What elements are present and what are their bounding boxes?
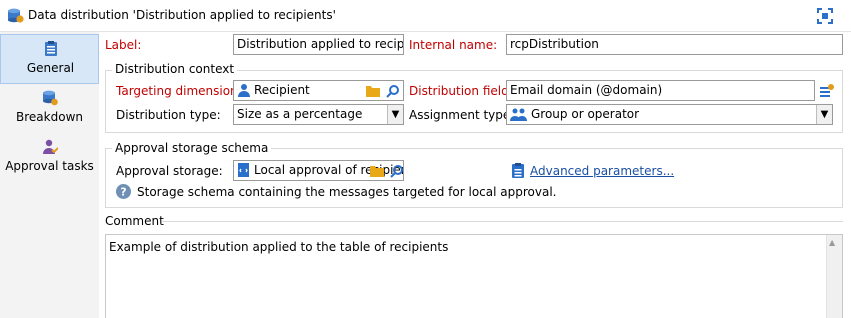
search-icon[interactable] — [386, 84, 400, 98]
sidebar-item-label: Approval tasks — [5, 159, 94, 173]
approval-storage-title: Approval storage schema — [112, 141, 272, 155]
targeting-dimension-value: Recipient — [254, 83, 310, 97]
schema-icon — [237, 163, 251, 177]
distribution-field-input[interactable]: Email domain (@domain) — [506, 80, 815, 101]
sidebar-item-general[interactable]: General — [0, 34, 99, 84]
chevron-down-icon[interactable]: ▼ — [816, 105, 832, 124]
search-icon[interactable] — [390, 164, 404, 178]
targeting-dimension-caption: Targeting dimension: — [116, 84, 242, 98]
approval-storage-caption: Approval storage: — [116, 164, 223, 178]
maximize-icon[interactable] — [817, 8, 833, 24]
data-distribution-icon — [7, 8, 24, 24]
help-icon: ? — [116, 184, 131, 199]
label-caption: Label: — [105, 38, 142, 52]
advanced-parameters-icon — [512, 163, 524, 178]
folder-icon[interactable] — [370, 164, 384, 177]
internal-name-field[interactable]: rcpDistribution — [506, 34, 843, 55]
distribution-type-caption: Distribution type: — [116, 108, 221, 122]
assignment-type-value: Group or operator — [531, 107, 640, 121]
comment-divider — [162, 221, 843, 222]
user-check-icon — [42, 139, 59, 155]
advanced-parameters-link[interactable]: Advanced parameters... — [530, 164, 674, 178]
sidebar-item-label: Breakdown — [16, 110, 83, 124]
label-field[interactable]: Distribution applied to recipients — [233, 34, 404, 55]
group-icon — [510, 107, 528, 121]
storage-help-text: Storage schema containing the messages t… — [137, 185, 557, 199]
edit-expression-icon[interactable] — [818, 83, 834, 99]
sidebar-item-approval-tasks[interactable]: Approval tasks — [0, 133, 99, 181]
sidebar-item-breakdown[interactable]: Breakdown — [0, 84, 99, 132]
distribution-type-value: Size as a percentage — [237, 107, 363, 121]
assignment-type-caption: Assignment type: — [409, 108, 515, 122]
assignment-type-select[interactable]: Group or operator — [506, 104, 833, 125]
comment-text: Example of distribution applied to the t… — [109, 240, 449, 254]
distribution-type-select[interactable]: Size as a percentage — [233, 104, 404, 125]
folder-icon[interactable] — [366, 84, 380, 97]
svg-text:?: ? — [120, 186, 126, 199]
sidebar-item-label: General — [26, 61, 75, 75]
distribution-field-caption: Distribution field: — [409, 84, 513, 98]
comment-title: Comment — [105, 214, 164, 228]
comment-textarea[interactable]: Example of distribution applied to the t… — [105, 234, 843, 318]
scroll-up-icon[interactable]: ▲ — [829, 238, 835, 247]
window-title: Data distribution 'Distribution applied … — [28, 8, 336, 22]
chevron-down-icon[interactable]: ▼ — [387, 105, 403, 124]
database-icon — [42, 90, 58, 106]
user-icon — [237, 83, 251, 97]
distribution-context-title: Distribution context — [112, 62, 238, 76]
comment-scrollbar[interactable] — [826, 235, 842, 318]
approval-storage-group — [105, 148, 843, 208]
title-bar: Data distribution 'Distribution applied … — [0, 0, 851, 32]
list-icon — [43, 41, 59, 57]
internal-name-caption: Internal name: — [409, 38, 498, 52]
